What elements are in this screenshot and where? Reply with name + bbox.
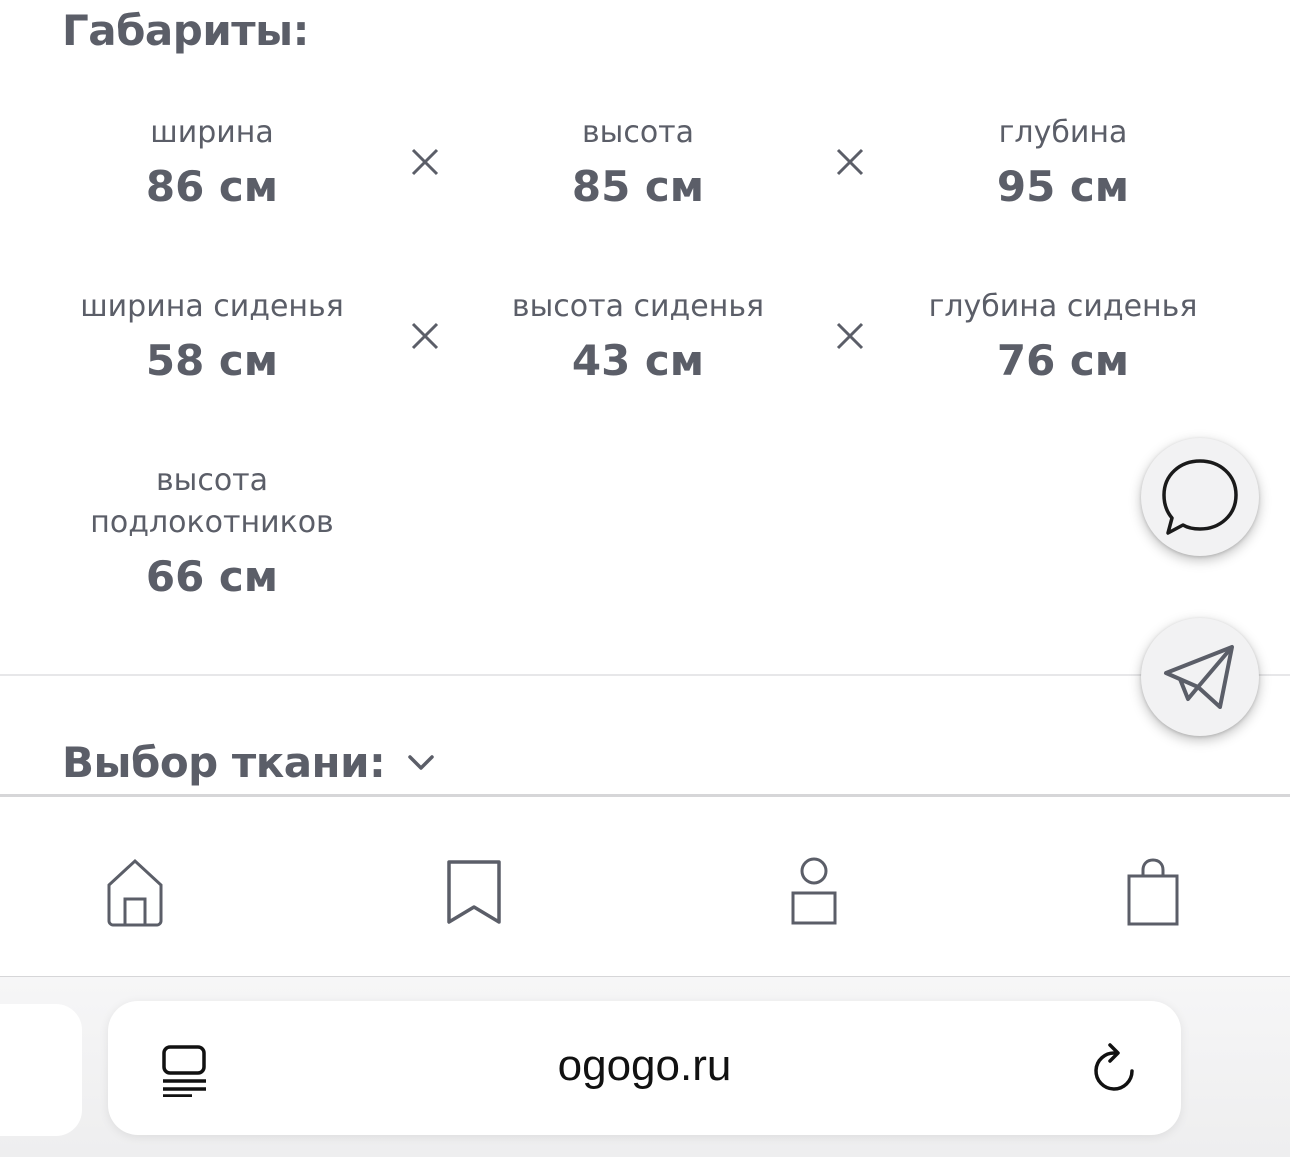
dimension-value: 95 см — [996, 162, 1130, 211]
dimension-label: высота сиденья — [511, 289, 765, 324]
bottom-tab-bar — [0, 794, 1290, 977]
times-icon — [409, 146, 441, 178]
dimension-label: ширина сиденья — [80, 289, 344, 324]
url-field[interactable]: ogogo.ru — [108, 1001, 1181, 1135]
paper-plane-icon — [1164, 645, 1234, 709]
chat-bubble-icon — [1162, 459, 1238, 535]
fabric-title: Выбор ткани: — [62, 738, 386, 787]
dimension-label: глубина сиденья — [928, 289, 1198, 324]
dimension-label: ширина — [150, 115, 274, 150]
fabric-select-toggle[interactable]: Выбор ткани: — [62, 738, 435, 787]
bookmark-icon[interactable] — [434, 852, 514, 932]
browser-address-bar: ogogo.ru — [0, 977, 1290, 1157]
dimension-value: 86 см — [145, 162, 279, 211]
times-icon — [409, 320, 441, 352]
dimension-value: 85 см — [571, 162, 705, 211]
times-icon — [834, 146, 866, 178]
previous-tab-card[interactable] — [0, 1004, 82, 1136]
dimension-seat-depth: глубина сиденья 76 см — [883, 286, 1243, 386]
chevron-down-icon — [407, 754, 435, 772]
dimension-width: ширина 86 см — [32, 112, 392, 212]
telegram-button[interactable] — [1141, 618, 1259, 736]
dimension-label-line1: высота — [155, 463, 269, 498]
dimension-label: высота — [581, 115, 695, 150]
url-text: ogogo.ru — [557, 1041, 732, 1090]
dimension-height: высота 85 см — [458, 112, 818, 212]
chat-button[interactable] — [1141, 438, 1259, 556]
profile-icon[interactable] — [774, 852, 854, 932]
dimension-label: глубина — [998, 115, 1128, 150]
dimensions-title: Габариты: — [62, 6, 309, 55]
dimension-value: 76 см — [996, 336, 1130, 385]
reload-icon[interactable] — [1088, 1041, 1142, 1097]
dimension-seat-width: ширина сиденья 58 см — [32, 286, 392, 386]
dimension-armrest-height: высота подлокотников 66 см — [32, 460, 392, 602]
dimension-label-line2: подлокотников — [90, 505, 334, 540]
dimension-value: 58 см — [145, 336, 279, 385]
shopping-bag-icon[interactable] — [1113, 852, 1193, 932]
dimension-seat-height: высота сиденья 43 см — [458, 286, 818, 386]
dimension-value: 43 см — [571, 336, 705, 385]
dimension-depth: глубина 95 см — [883, 112, 1243, 212]
home-icon[interactable] — [95, 852, 175, 932]
times-icon — [834, 320, 866, 352]
dimension-value: 66 см — [145, 552, 279, 601]
section-divider — [0, 674, 1290, 676]
